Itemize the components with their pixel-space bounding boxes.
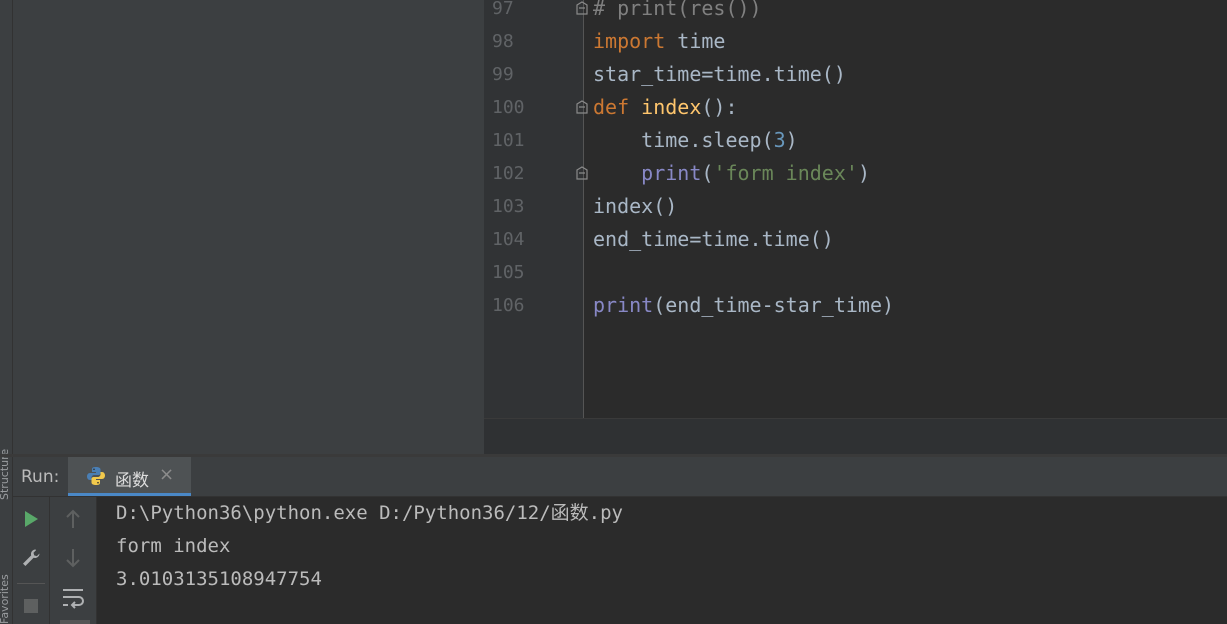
- code-token: def: [593, 95, 630, 119]
- run-toolbar-primary: [13, 497, 50, 624]
- code-line[interactable]: 97 # print(res()): [484, 0, 1227, 25]
- code-line[interactable]: 104 end_time=time.time(): [484, 223, 1227, 256]
- code-token: (: [701, 161, 714, 185]
- code-text: import time: [593, 25, 725, 58]
- arrow-down-icon: [66, 549, 80, 568]
- line-number: 106: [492, 295, 525, 316]
- code-token: ): [785, 128, 798, 152]
- code-line[interactable]: 102 print('form index'): [484, 157, 1227, 190]
- rerun-button[interactable]: [13, 504, 49, 534]
- run-icon: [25, 511, 38, 527]
- run-panel-label: Run:: [21, 467, 60, 487]
- console-line: D:\Python36\python.exe D:/Python36/12/函数…: [116, 502, 623, 524]
- fold-marker-icon[interactable]: [576, 1, 588, 15]
- fold-marker-icon[interactable]: [576, 166, 588, 180]
- console-output[interactable]: D:\Python36\python.exe D:/Python36/12/函数…: [97, 497, 1227, 624]
- structure-tool-tab[interactable]: Structure: [0, 420, 12, 500]
- code-token: print: [641, 161, 702, 185]
- code-token: 'form index': [713, 161, 858, 185]
- code-line[interactable]: 103 index(): [484, 190, 1227, 223]
- python-file-icon: [87, 467, 105, 485]
- code-token: index(): [593, 194, 678, 218]
- code-token: time.sleep(: [593, 128, 774, 152]
- code-line[interactable]: 106 print(end_time-star_time): [484, 289, 1227, 322]
- code-line[interactable]: 98 import time: [484, 25, 1227, 58]
- console-line: form index: [116, 535, 231, 557]
- code-token: index: [641, 95, 702, 119]
- code-token: time: [665, 29, 726, 53]
- code-text: index(): [593, 190, 677, 223]
- code-token: end_time=time.time(): [593, 227, 834, 251]
- favorites-tool-tab[interactable]: Favorites: [0, 560, 12, 624]
- code-text: print('form index'): [593, 157, 870, 190]
- left-tool-strip: Structure Favorites: [0, 0, 13, 624]
- soft-wrap-button[interactable]: [50, 583, 96, 613]
- code-text: time.sleep(3): [593, 124, 798, 157]
- line-number: 102: [492, 163, 525, 184]
- soft-wrap-icon: [63, 589, 84, 609]
- code-text: star_time=time.time(): [593, 58, 846, 91]
- scroll-up-button[interactable]: [50, 504, 96, 534]
- arrow-up-icon: [66, 509, 80, 528]
- line-number: 100: [492, 97, 525, 118]
- line-number: 99: [492, 64, 514, 85]
- run-panel-header: Run: 函数 ×: [13, 457, 1227, 497]
- line-number: 97: [492, 0, 514, 19]
- run-tab-label: 函数: [115, 471, 149, 491]
- code-line[interactable]: 105: [484, 256, 1227, 289]
- toolbar-scroll-indicator: [60, 620, 90, 624]
- wrench-icon: [23, 549, 40, 566]
- code-token: (end_time-star_time): [653, 293, 895, 317]
- fold-marker-icon[interactable]: [576, 100, 588, 114]
- project-panel: [13, 0, 484, 456]
- line-number: 105: [492, 262, 525, 283]
- line-number: 104: [492, 229, 525, 250]
- code-editor[interactable]: 97 # print(res()) 98 import time 99 star_time…: [484, 0, 1227, 418]
- line-number: 101: [492, 130, 525, 151]
- line-number: 103: [492, 196, 525, 217]
- console-line: 3.0103135108947754: [116, 568, 322, 590]
- close-icon[interactable]: ×: [159, 464, 174, 485]
- run-tab[interactable]: 函数 ×: [68, 457, 191, 496]
- code-text: end_time=time.time(): [593, 223, 834, 256]
- toolbar-divider: [17, 583, 45, 584]
- code-token: star_time=time.time(): [593, 62, 846, 86]
- code-token: ():: [701, 95, 738, 119]
- code-token: 3: [773, 128, 786, 152]
- line-number: 98: [492, 31, 514, 52]
- scroll-down-button[interactable]: [50, 543, 96, 573]
- code-token: ): [857, 161, 870, 185]
- code-token: # print(res()): [593, 0, 762, 20]
- stop-icon: [24, 599, 38, 613]
- code-line[interactable]: 99 star_time=time.time(): [484, 58, 1227, 91]
- code-text: # print(res()): [593, 0, 762, 25]
- code-line[interactable]: 100 def index():: [484, 91, 1227, 124]
- code-text: def index():: [593, 91, 738, 124]
- stop-button[interactable]: [13, 591, 49, 621]
- editor-bottom-area: [484, 418, 1227, 457]
- run-toolbar-secondary: [50, 497, 97, 624]
- code-token: print: [593, 293, 654, 317]
- code-text: print(end_time-star_time): [593, 289, 894, 322]
- code-token: import: [593, 29, 666, 53]
- settings-button[interactable]: [13, 543, 49, 573]
- code-line[interactable]: 101 time.sleep(3): [484, 124, 1227, 157]
